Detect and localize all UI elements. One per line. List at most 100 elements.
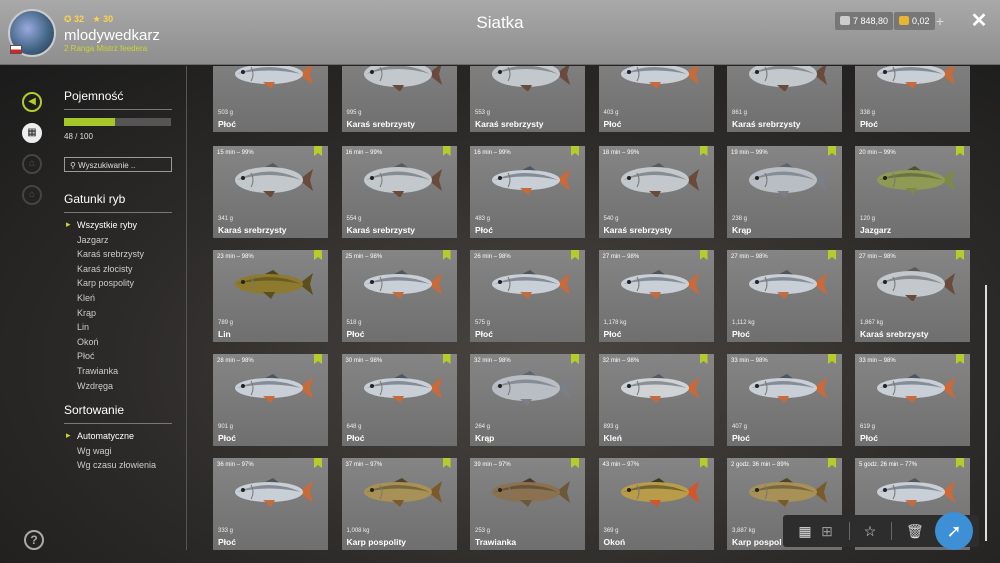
- bookmark-icon[interactable]: [828, 146, 836, 156]
- select-mode-button[interactable]: ➚: [935, 512, 973, 550]
- keepnet-icon[interactable]: ▦: [22, 123, 42, 143]
- fish-card[interactable]: 28 min – 98% 901 g Płoć: [213, 354, 328, 446]
- bookmark-icon[interactable]: [571, 250, 579, 260]
- catch-time: 33 min – 98%: [859, 358, 896, 364]
- fish-card[interactable]: 33 min – 98% 619 g Płoć: [855, 354, 970, 446]
- trash-icon[interactable]: 🗑: [906, 523, 924, 539]
- fish-image: [229, 371, 315, 405]
- search-input[interactable]: ⚲ Wyszukiwanie ..: [64, 157, 172, 172]
- bookmark-icon[interactable]: [699, 146, 708, 156]
- bookmark-icon[interactable]: [956, 458, 964, 468]
- roach-fish-icon: [620, 270, 699, 299]
- fish-card[interactable]: 39 min – 97% 253 g Trawianka: [470, 458, 585, 550]
- fish-card[interactable]: 23 min – 98% 789 g Lin: [213, 250, 328, 342]
- catch-time: 16 min – 99%: [474, 150, 511, 156]
- trophy-icon[interactable]: ⌂: [22, 154, 42, 174]
- fish-card[interactable]: 16 min – 99% 483 g Płoć: [470, 146, 585, 238]
- fish-card[interactable]: 32 min – 98% 264 g Krąp: [470, 354, 585, 446]
- bookmark-icon[interactable]: [699, 354, 708, 364]
- fish-card[interactable]: 33 min – 98% 407 g Płoć: [727, 354, 842, 446]
- add-currency-button[interactable]: +: [932, 12, 948, 30]
- sidebar: Pojemność 48 / 100 ⚲ Wyszukiwanie .. Gat…: [64, 89, 172, 475]
- fish-card[interactable]: 861 g Karaś srebrzysty: [727, 66, 842, 132]
- capacity-fill: [64, 118, 116, 126]
- bookmark-icon[interactable]: [956, 146, 964, 156]
- fish-weight: 3,887 kg: [732, 528, 756, 534]
- species-item[interactable]: Jazgarz: [64, 235, 172, 250]
- fish-card[interactable]: 27 min – 98% 1,178 kg Płoć: [598, 250, 714, 342]
- star-icon[interactable]: ☆: [862, 523, 878, 539]
- scrollbar[interactable]: [985, 285, 987, 541]
- fish-card[interactable]: 27 min – 98% 1,112 kg Płoć: [727, 250, 842, 342]
- fish-card[interactable]: 20 min – 99% 120 g Jazgarz: [855, 146, 970, 238]
- fish-weight: 120 g: [860, 216, 876, 222]
- bookmark-icon[interactable]: [699, 458, 708, 468]
- species-item[interactable]: Krąp: [64, 308, 172, 323]
- species-item[interactable]: Trawianka: [64, 366, 172, 381]
- sort-item[interactable]: Wg czasu złowienia: [64, 460, 172, 475]
- grid-small-icon[interactable]: ⊞: [819, 523, 835, 539]
- bookmark-icon[interactable]: [314, 250, 322, 260]
- bookmark-icon[interactable]: [442, 250, 451, 260]
- grid-large-icon[interactable]: ▦: [797, 523, 813, 539]
- species-item[interactable]: Kleń: [64, 293, 172, 308]
- fish-image: [486, 163, 572, 197]
- species-item[interactable]: Wzdręga: [64, 381, 172, 396]
- catch-time: 28 min – 98%: [217, 358, 254, 364]
- sort-item[interactable]: Automatyczne: [64, 430, 172, 446]
- bookmark-icon[interactable]: [571, 458, 579, 468]
- bookmark-icon[interactable]: [314, 146, 322, 156]
- fish-card[interactable]: 43 min – 97% 369 g Okoń: [598, 458, 714, 550]
- bookmark-icon[interactable]: [314, 354, 322, 364]
- bookmark-icon[interactable]: [571, 354, 579, 364]
- bookmark-icon[interactable]: [571, 146, 579, 156]
- fish-card[interactable]: 503 g Płoć: [213, 66, 328, 132]
- bookmark-icon[interactable]: [314, 458, 322, 468]
- fish-icon[interactable]: ◀: [22, 92, 42, 112]
- fish-card[interactable]: 15 min – 99% 341 g Karaś srebrzysty: [213, 146, 328, 238]
- fish-weight: 575 g: [475, 320, 491, 326]
- fish-name: Płoć: [732, 329, 750, 339]
- sort-item[interactable]: Wg wagi: [64, 446, 172, 461]
- bookmark-icon[interactable]: [828, 250, 836, 260]
- fish-card[interactable]: 553 g Karaś srebrzysty: [470, 66, 585, 132]
- bookmark-icon[interactable]: [956, 354, 964, 364]
- bookmark-icon[interactable]: [442, 458, 451, 468]
- fish-card[interactable]: 403 g Płoć: [598, 66, 714, 132]
- fish-card[interactable]: 37 min – 97% 1,008 kg Karp pospolity: [341, 458, 457, 550]
- help-button[interactable]: ?: [24, 530, 44, 550]
- carp-fish-icon: [363, 478, 442, 507]
- bookmark-icon[interactable]: [699, 250, 708, 260]
- carp-fish-icon: [749, 478, 827, 507]
- bookmark-icon[interactable]: [956, 250, 964, 260]
- close-button[interactable]: ✕: [966, 8, 992, 34]
- bookmark-icon[interactable]: [828, 354, 836, 364]
- bookmark-icon[interactable]: [442, 146, 451, 156]
- fish-weight: 554 g: [346, 216, 362, 222]
- fish-weight: 264 g: [475, 424, 491, 430]
- species-item[interactable]: Lin: [64, 322, 172, 337]
- species-item[interactable]: Karaś srebrzysty: [64, 249, 172, 264]
- species-item[interactable]: Płoć: [64, 351, 172, 366]
- fish-card[interactable]: 36 min – 97% 333 g Płoć: [213, 458, 328, 550]
- species-item[interactable]: Okoń: [64, 337, 172, 352]
- bookmark-icon[interactable]: [828, 458, 836, 468]
- fish-card[interactable]: 32 min – 98% 893 g Kleń: [598, 354, 714, 446]
- species-item[interactable]: Wszystkie ryby: [64, 219, 172, 235]
- bookmark-icon[interactable]: [442, 354, 451, 364]
- fish-card[interactable]: 30 min – 98% 648 g Płoć: [341, 354, 457, 446]
- species-item[interactable]: Karp pospolity: [64, 278, 172, 293]
- fish-card[interactable]: 16 min – 99% 554 g Karaś srebrzysty: [341, 146, 457, 238]
- crucian-fish-icon: [620, 163, 699, 198]
- fish-card[interactable]: 18 min – 99% 540 g Karaś srebrzysty: [598, 146, 714, 238]
- fish-card[interactable]: 995 g Karaś srebrzysty: [341, 66, 457, 132]
- fish-card[interactable]: 26 min – 98% 575 g Płoć: [470, 250, 585, 342]
- fish-image: [743, 371, 829, 405]
- fish-card[interactable]: 25 min – 98% 518 g Płoć: [341, 250, 457, 342]
- fish-card[interactable]: 19 min – 99% 238 g Krąp: [727, 146, 842, 238]
- fish-card[interactable]: 27 min – 98% 1,867 kg Karaś srebrzysty: [855, 250, 970, 342]
- fish-card[interactable]: 338 g Płoć: [855, 66, 970, 132]
- fish-name: Karaś srebrzysty: [860, 329, 929, 339]
- home-icon[interactable]: ⌂: [22, 185, 42, 205]
- species-item[interactable]: Karaś złocisty: [64, 264, 172, 279]
